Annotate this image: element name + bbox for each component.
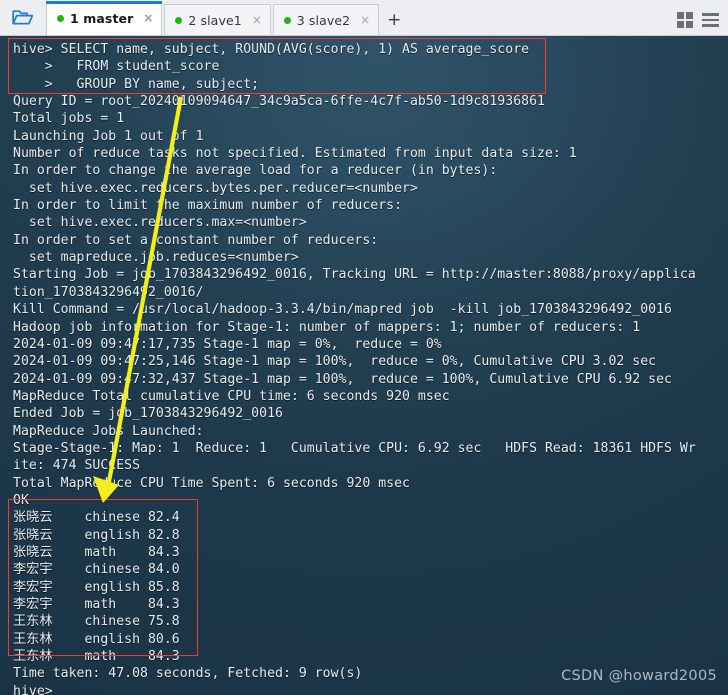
grid-cell (686, 21, 693, 28)
tab-1-master[interactable]: 1 master × (46, 1, 163, 35)
terminal-line: MapReduce Total cumulative CPU time: 6 s… (13, 388, 450, 404)
terminal-line: 王东林 chinese 75.8 (13, 614, 180, 630)
terminal-output-pane[interactable]: hive> SELECT name, subject, ROUND(AVG(sc… (0, 36, 728, 695)
tab-close-icon[interactable]: × (142, 12, 154, 24)
terminal-line: tion_1703843296492_0016/ (13, 284, 204, 300)
terminal-line: Ended Job = job_1703843296492_0016 (13, 406, 283, 422)
terminal-window: 1 master × 2 slave1 × 3 slave2 × + hive>… (0, 0, 728, 695)
menu-bar (702, 18, 719, 22)
menu-bar (702, 13, 719, 16)
open-folder-button[interactable] (0, 0, 46, 35)
terminal-line: Starting Job = job_1703843296492_0016, T… (13, 267, 696, 283)
terminal-line: > FROM student_score (13, 59, 220, 75)
terminal-line: > GROUP BY name, subject; (13, 76, 260, 92)
terminal-line: Kill Command = /usr/local/hadoop-3.3.4/b… (13, 302, 672, 318)
grid-cell (677, 12, 684, 19)
terminal-line: Number of reduce tasks not specified. Es… (13, 146, 577, 162)
terminal-text: hive> SELECT name, subject, ROUND(AVG(sc… (13, 41, 727, 695)
terminal-line: Stage-Stage-1: Map: 1 Reduce: 1 Cumulati… (13, 440, 696, 456)
hamburger-menu-icon[interactable] (702, 13, 719, 27)
terminal-line: 李宏宇 english 85.8 (13, 579, 180, 595)
terminal-line: hive> (13, 683, 53, 695)
terminal-line: Total jobs = 1 (13, 111, 125, 127)
terminal-line: set hive.exec.reducers.max=<number> (13, 215, 307, 231)
terminal-line: 2024-01-09 09:47:25,146 Stage-1 map = 10… (13, 354, 657, 370)
tab-label: 2 slave1 (188, 12, 242, 28)
terminal-line: 王东林 english 80.6 (13, 631, 180, 647)
terminal-line: 李宏宇 math 84.3 (13, 597, 180, 612)
terminal-line: Query ID = root_20240109094647_34c9a5ca-… (13, 94, 545, 110)
tab-label: 1 master (70, 10, 134, 26)
terminal-line: Total MapReduce CPU Time Spent: 6 second… (13, 475, 410, 491)
tab-bar: 1 master × 2 slave1 × 3 slave2 × + (0, 0, 728, 36)
terminal-line: Launching Job 1 out of 1 (13, 128, 204, 144)
tab-label: 3 slave2 (296, 12, 351, 28)
grid-cell (686, 12, 693, 19)
tab-status-dot (57, 14, 64, 22)
terminal-line: In order to change the average load for … (13, 163, 498, 179)
terminal-line: 张晓云 english 82.8 (13, 527, 180, 543)
terminal-line: MapReduce Jobs Launched: (13, 423, 204, 439)
tab-3-slave2[interactable]: 3 slave2 × (272, 4, 380, 35)
terminal-line: ite: 474 SUCCESS (13, 458, 141, 474)
terminal-line: 李宏宇 chinese 84.0 (13, 562, 180, 578)
tab-close-icon[interactable]: × (359, 14, 371, 26)
terminal-line: 王东林 math 84.3 (13, 649, 180, 665)
tab-2-slave1[interactable]: 2 slave1 × (164, 4, 271, 35)
terminal-line: In order to set a constant number of red… (13, 232, 379, 248)
grid-view-icon[interactable] (677, 12, 693, 28)
terminal-line: Hadoop job information for Stage-1: numb… (13, 319, 641, 335)
terminal-line: 张晓云 math 84.3 (13, 544, 180, 560)
tab-close-icon[interactable]: × (251, 14, 263, 26)
grid-cell (677, 21, 684, 28)
new-tab-button[interactable]: + (381, 4, 407, 35)
terminal-line: OK (13, 492, 29, 508)
terminal-line: 2024-01-09 09:47:32,437 Stage-1 map = 10… (13, 371, 672, 387)
tab-status-dot (283, 16, 291, 24)
menu-bar (702, 24, 719, 27)
terminal-line: hive> SELECT name, subject, ROUND(AVG(sc… (13, 42, 530, 57)
watermark-text: CSDN @howard2005 (561, 668, 717, 684)
terminal-line: set hive.exec.reducers.bytes.per.reducer… (13, 180, 418, 196)
terminal-line: 2024-01-09 09:47:17,735 Stage-1 map = 0%… (13, 336, 442, 352)
open-folder-icon (12, 10, 34, 25)
terminal-line: set mapreduce.job.reduces=<number> (13, 250, 299, 266)
tab-bar-actions (677, 12, 728, 35)
terminal-line: In order to limit the maximum number of … (13, 198, 403, 214)
tab-status-dot (175, 16, 183, 24)
terminal-line: 张晓云 chinese 82.4 (13, 510, 180, 526)
